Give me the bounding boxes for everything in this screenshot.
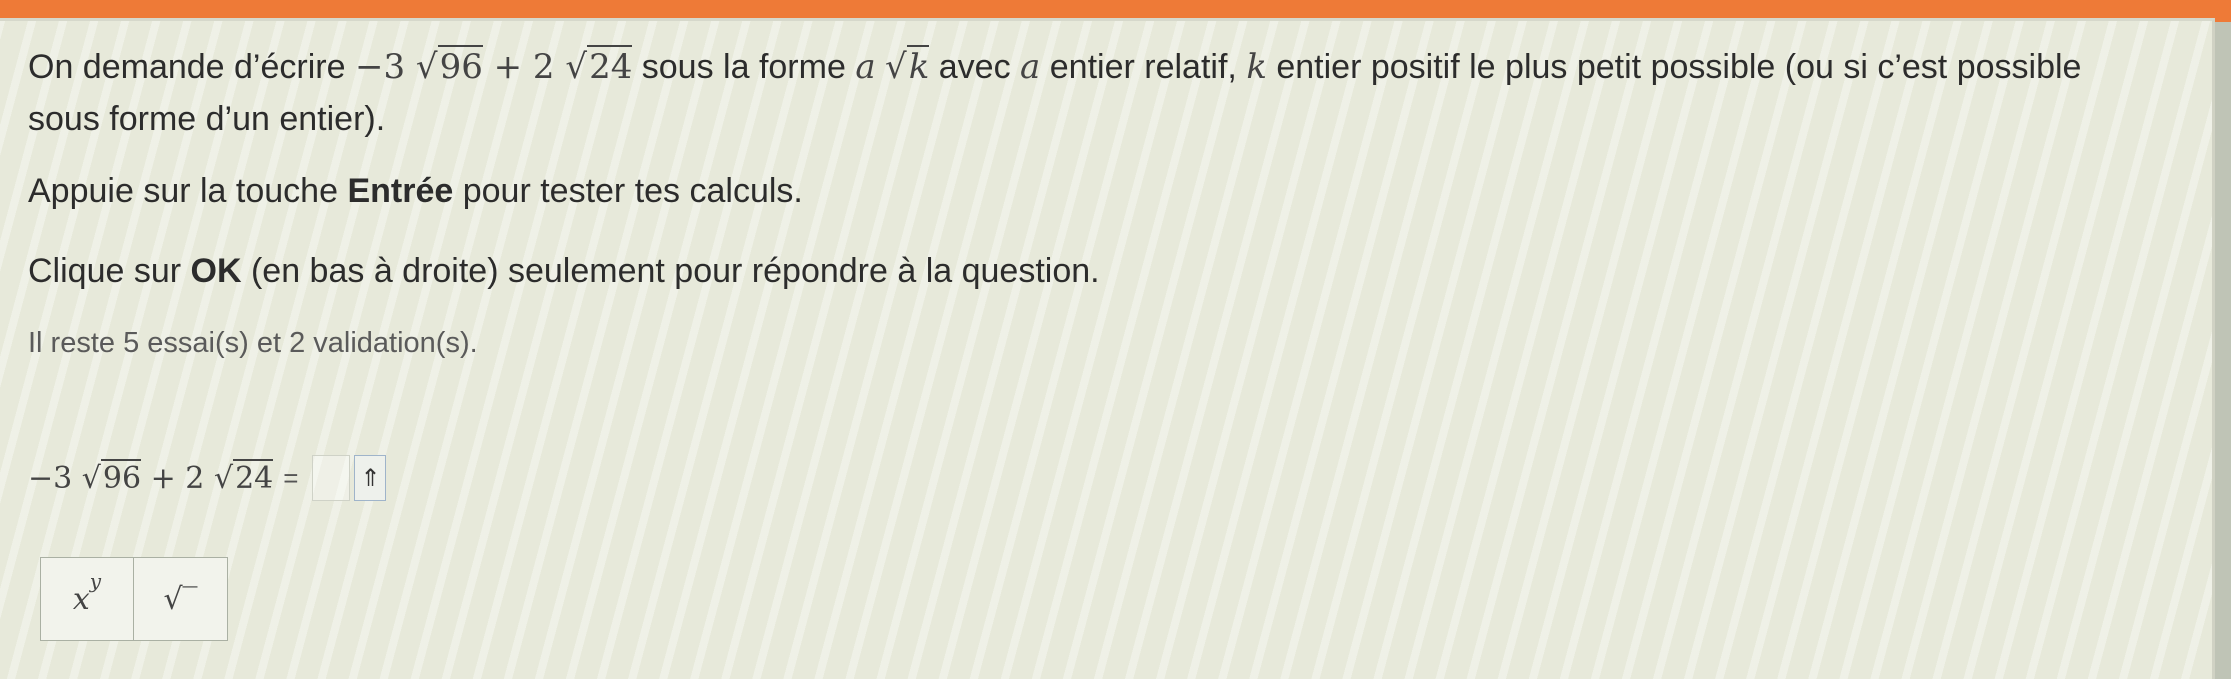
answer-input[interactable] <box>312 455 351 501</box>
submit-arrow-button[interactable]: ⇑ <box>354 455 387 501</box>
variable-a: a <box>855 47 876 87</box>
exercise-panel: On demande d’écrire −3 √96 + 2 √24 sous … <box>0 18 2215 679</box>
inline-expression: −3 √96 + 2 √24 <box>354 45 633 87</box>
equation-radicand: 24 <box>233 458 274 496</box>
sqrt-key-button[interactable]: √‾ <box>134 557 228 641</box>
expression-plus: + 2 <box>482 47 555 87</box>
instruction-text: Appuie sur la touche <box>28 172 348 210</box>
equals-sign: = <box>283 462 299 493</box>
power-exponent: y <box>89 569 102 593</box>
sqrt-icon: √‾ <box>163 581 198 617</box>
instruction-text: (en bas à droite) seulement pour répondr… <box>241 252 1100 290</box>
sqrt-symbol: √ <box>885 47 907 87</box>
power-key-button[interactable]: xy <box>40 557 134 641</box>
variable-a: a <box>1020 47 1041 87</box>
equation-expression: −3 √96 + 2 √24 <box>28 458 274 496</box>
sqrt-symbol: √ <box>565 47 588 87</box>
instruction-paragraph-3: Clique sur OK (en bas à droite) seulemen… <box>28 245 2152 297</box>
instruction-paragraph-1: On demande d’écrire −3 √96 + 2 √24 sous … <box>28 41 2128 145</box>
variable-k: k <box>906 45 930 87</box>
instruction-text: avec <box>929 48 1021 86</box>
expression-coefficient: −3 <box>354 47 406 87</box>
sqrt-k: √k <box>885 45 930 87</box>
expression-radicand: 96 <box>437 45 483 87</box>
instruction-paragraph-2: Appuie sur la touche Entrée pour tester … <box>28 165 2152 217</box>
equation-radicand: 96 <box>100 458 142 496</box>
equation-coefficient: −3 <box>28 460 73 496</box>
sqrt-symbol: √ <box>415 47 438 87</box>
instruction-text: sous la forme <box>632 48 856 86</box>
equation-row: −3 √96 + 2 √24 = ⇑ <box>28 451 387 505</box>
math-keypad: xy √‾ <box>40 557 228 641</box>
sqrt-symbol: √ <box>81 460 101 496</box>
instruction-text: pour tester tes calculs. <box>453 172 803 210</box>
instruction-text: On demande d’écrire <box>28 48 355 86</box>
power-base: x <box>72 581 90 617</box>
expression-radicand: 24 <box>587 45 633 87</box>
instruction-text: Clique sur <box>28 252 191 290</box>
equation-plus: + 2 <box>141 460 205 496</box>
attempts-status: Il reste 5 essai(s) et 2 validation(s). <box>28 327 478 359</box>
variable-k: k <box>1246 47 1267 87</box>
exercise-content: On demande d’écrire −3 √96 + 2 √24 sous … <box>28 41 2152 360</box>
enter-key-label: Entrée <box>347 172 454 210</box>
instruction-text: entier relatif, <box>1040 48 1247 86</box>
sqrt-symbol: √ <box>213 460 234 496</box>
ok-key-label: OK <box>190 252 242 290</box>
double-arrow-up-icon: ⇑ <box>360 464 381 492</box>
